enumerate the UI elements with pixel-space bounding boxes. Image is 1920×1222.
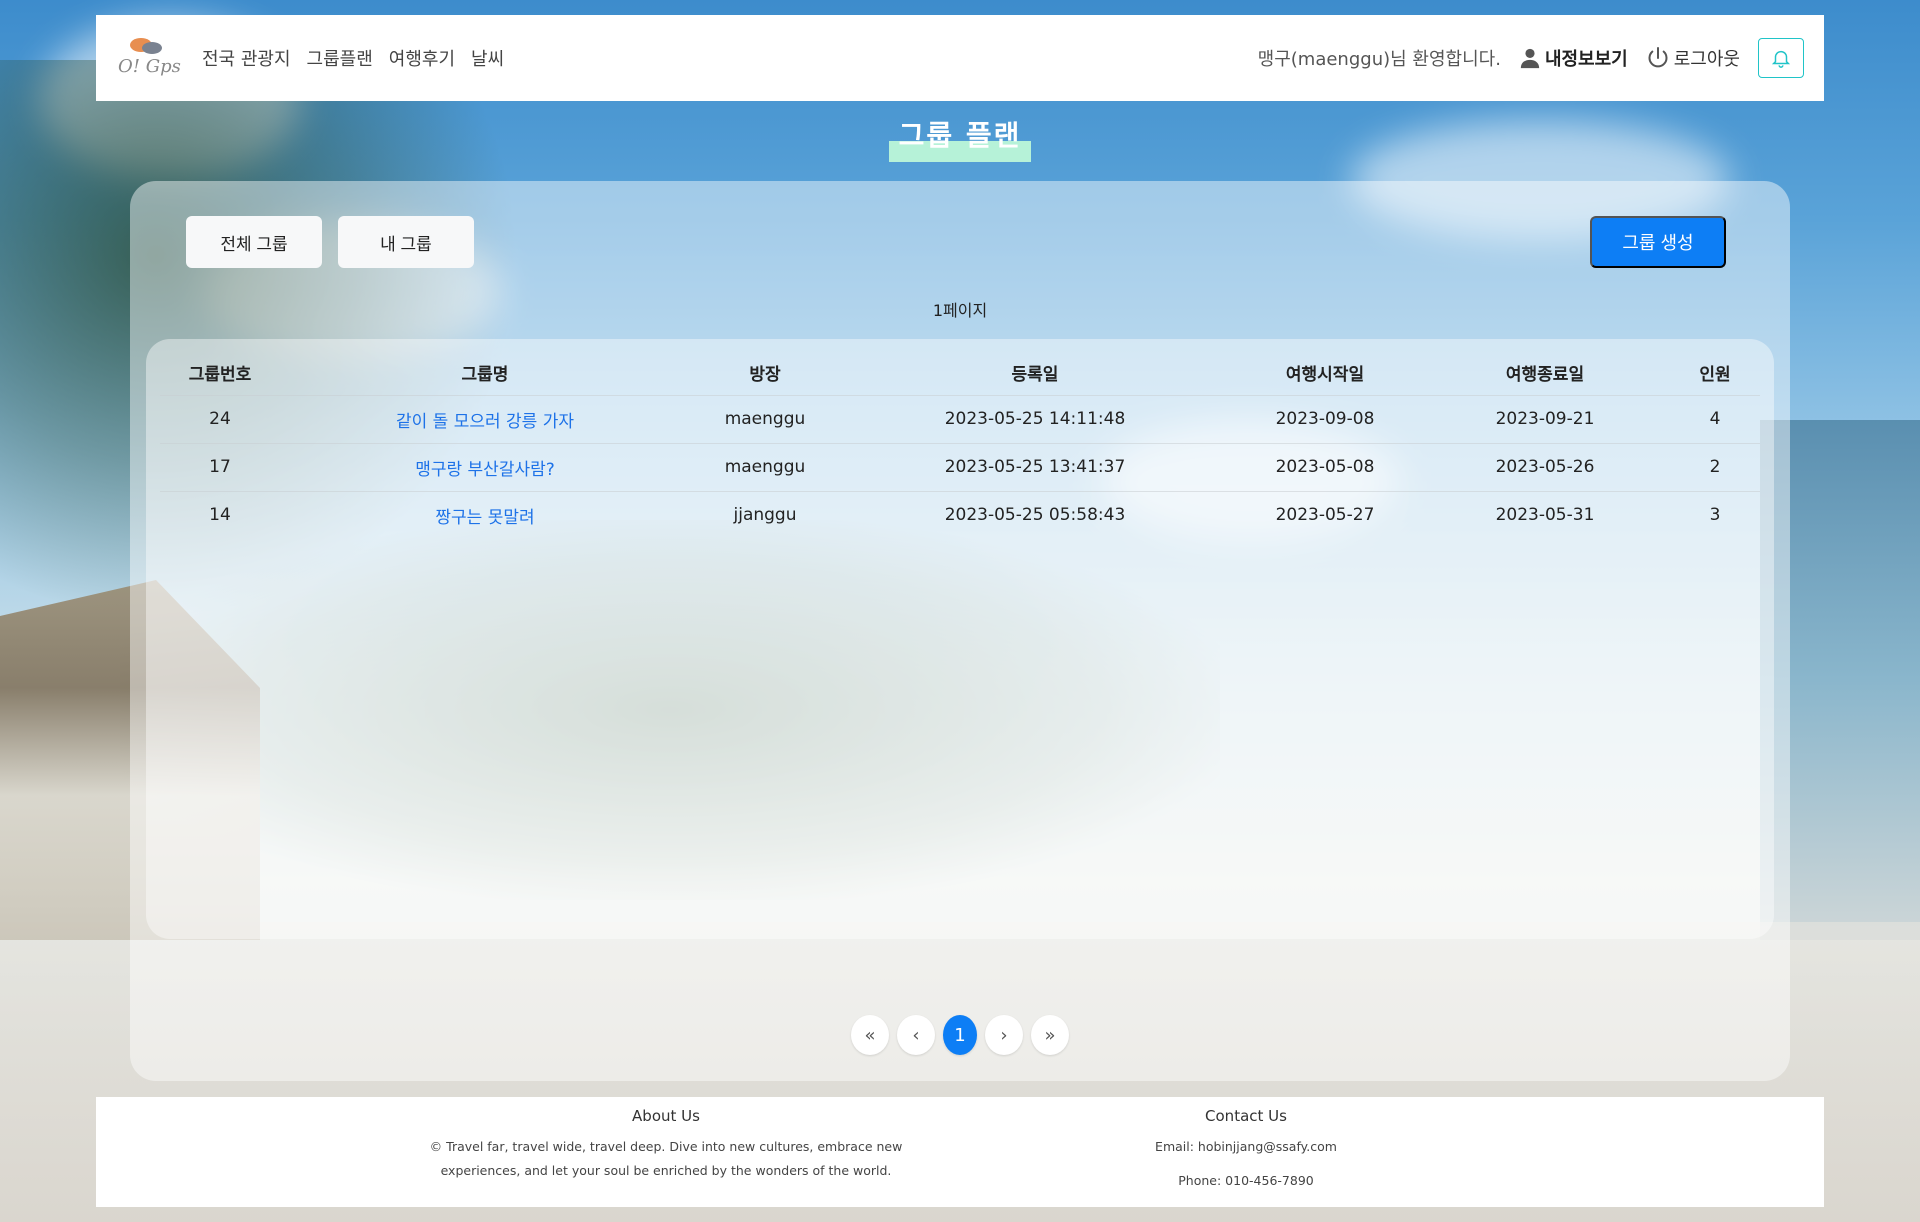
cell-members: 4 xyxy=(1670,394,1760,443)
power-icon xyxy=(1648,47,1668,68)
col-header-start-date: 여행시작일 xyxy=(1285,365,1365,386)
group-plan-panel: 전체 그룹 내 그룹 그룹 생성 1페이지 그룹번호 그룹명 방장 등록일 여행… xyxy=(130,181,1790,1081)
page-title-area: 그룹 플랜 xyxy=(0,112,1920,162)
group-table-panel: 그룹번호 그룹명 방장 등록일 여행시작일 여행종료일 인원 24 같이 돌 모… xyxy=(146,339,1774,1055)
footer-contact: Contact Us Email: hobinjjang@ssafy.com P… xyxy=(1096,1107,1396,1193)
col-header-group-name: 그룹명 xyxy=(461,365,509,386)
table-row: 17 맹구랑 부산갈사람? maenggu 2023-05-25 13:41:3… xyxy=(160,442,1760,491)
last-page-button[interactable]: » xyxy=(1031,1015,1069,1055)
footer-contact-title: Contact Us xyxy=(1205,1107,1287,1125)
nav-link-group-plan[interactable]: 그룹플랜 xyxy=(307,45,373,71)
cell-members: 3 xyxy=(1670,490,1760,539)
nav-right: 맹구(maenggu)님 환영합니다. 내정보보기 로그아웃 xyxy=(1258,38,1804,78)
table-header-row: 그룹번호 그룹명 방장 등록일 여행시작일 여행종료일 인원 xyxy=(160,351,1760,395)
cell-start-date: 2023-05-08 xyxy=(1230,442,1420,491)
group-name-link[interactable]: 같이 돌 모으러 강릉 가자 xyxy=(280,394,690,443)
cell-end-date: 2023-05-26 xyxy=(1420,442,1670,491)
col-header-end-date: 여행종료일 xyxy=(1505,365,1585,386)
nav-link-attractions[interactable]: 전국 관광지 xyxy=(202,45,291,71)
footer-phone: Phone: 010-456-7890 xyxy=(1178,1173,1314,1188)
site-footer: About Us © Travel far, travel wide, trav… xyxy=(96,1097,1824,1207)
cell-leader: maenggu xyxy=(690,442,840,491)
pagination: « ‹ 1 › » xyxy=(146,1015,1774,1055)
site-logo[interactable]: O! Gps xyxy=(116,34,184,82)
logout-label: 로그아웃 xyxy=(1673,49,1740,70)
next-page-button[interactable]: › xyxy=(985,1015,1023,1055)
profile-label: 내정보보기 xyxy=(1544,49,1628,70)
cell-leader: jjanggu xyxy=(690,490,840,539)
user-icon xyxy=(1520,48,1540,69)
cell-group-no: 24 xyxy=(160,394,280,443)
footer-about-title: About Us xyxy=(632,1107,700,1125)
cell-registered: 2023-05-25 05:58:43 xyxy=(840,490,1230,539)
cell-start-date: 2023-09-08 xyxy=(1230,394,1420,443)
bell-icon xyxy=(1771,50,1791,68)
prev-page-button[interactable]: ‹ xyxy=(897,1015,935,1055)
col-header-members: 인원 xyxy=(1699,365,1731,386)
profile-button[interactable]: 내정보보기 xyxy=(1519,45,1628,71)
page-button-current[interactable]: 1 xyxy=(943,1015,977,1055)
footer-email: Email: hobinjjang@ssafy.com xyxy=(1155,1139,1337,1154)
cell-group-no: 14 xyxy=(160,490,280,539)
cell-leader: maenggu xyxy=(690,394,840,443)
logout-button[interactable]: 로그아웃 xyxy=(1646,45,1740,71)
nav-links: 전국 관광지 그룹플랜 여행후기 날씨 xyxy=(202,45,504,71)
welcome-message: 맹구(maenggu)님 환영합니다. xyxy=(1257,49,1501,70)
footer-about-text: © Travel far, travel wide, travel deep. … xyxy=(429,1139,903,1178)
cell-start-date: 2023-05-27 xyxy=(1230,490,1420,539)
copyright-icon: © xyxy=(429,1139,443,1154)
col-header-leader: 방장 xyxy=(749,365,781,386)
cell-end-date: 2023-09-21 xyxy=(1420,394,1670,443)
tab-my-groups[interactable]: 내 그룹 xyxy=(338,216,474,268)
cell-registered: 2023-05-25 13:41:37 xyxy=(840,442,1230,491)
cell-end-date: 2023-05-31 xyxy=(1420,490,1670,539)
group-table: 그룹번호 그룹명 방장 등록일 여행시작일 여행종료일 인원 24 같이 돌 모… xyxy=(160,351,1760,539)
first-page-button[interactable]: « xyxy=(851,1015,889,1055)
nav-link-weather[interactable]: 날씨 xyxy=(471,45,504,71)
group-name-link[interactable]: 짱구는 못말려 xyxy=(280,490,690,539)
top-navbar: O! Gps 전국 관광지 그룹플랜 여행후기 날씨 맹구(maenggu)님 … xyxy=(96,15,1824,101)
notification-button[interactable] xyxy=(1758,38,1804,78)
col-header-group-no: 그룹번호 xyxy=(188,365,252,386)
footer-about: About Us © Travel far, travel wide, trav… xyxy=(406,1107,926,1183)
cell-members: 2 xyxy=(1670,442,1760,491)
table-row: 24 같이 돌 모으러 강릉 가자 maenggu 2023-05-25 14:… xyxy=(160,394,1760,443)
page-count: 1페이지 xyxy=(932,301,988,320)
group-name-link[interactable]: 맹구랑 부산갈사람? xyxy=(280,442,690,491)
table-row: 14 짱구는 못말려 jjanggu 2023-05-25 05:58:43 2… xyxy=(160,490,1760,539)
create-group-button[interactable]: 그룹 생성 xyxy=(1590,216,1726,268)
col-header-registered: 등록일 xyxy=(1011,365,1059,386)
nav-link-reviews[interactable]: 여행후기 xyxy=(389,45,455,71)
page-title: 그룹 플랜 xyxy=(888,112,1032,162)
tab-all-groups[interactable]: 전체 그룹 xyxy=(186,216,322,268)
cell-registered: 2023-05-25 14:11:48 xyxy=(840,394,1230,443)
cell-group-no: 17 xyxy=(160,442,280,491)
